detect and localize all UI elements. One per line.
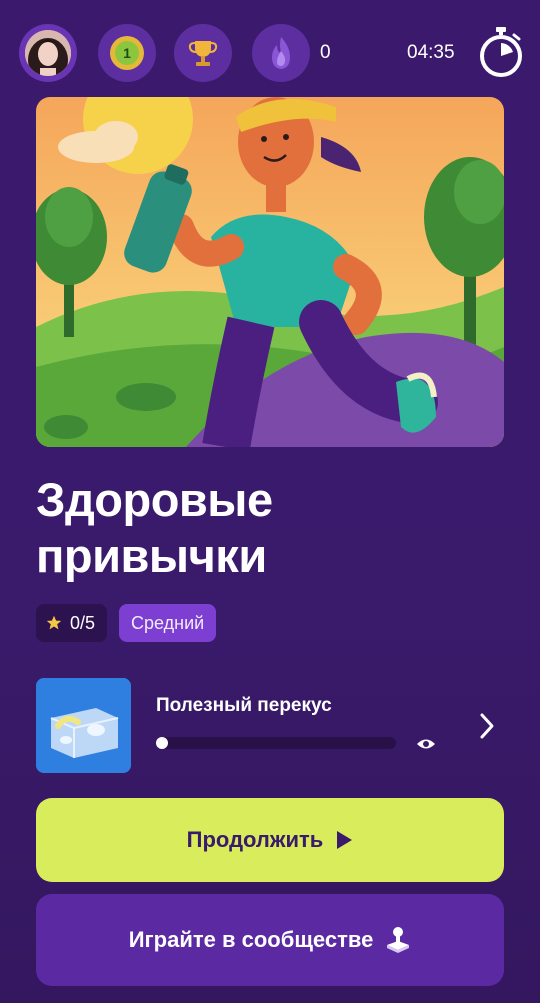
stars-count: 0/5 xyxy=(70,612,96,633)
eye-icon[interactable] xyxy=(416,737,436,751)
difficulty-badge: Средний xyxy=(119,604,217,642)
level-number: 1 xyxy=(123,45,131,61)
stopwatch-icon[interactable] xyxy=(478,26,524,78)
snack-box-icon xyxy=(36,678,131,773)
level-badge[interactable]: 1 xyxy=(98,24,156,82)
flame-icon xyxy=(272,37,290,69)
timer-text: 04:35 xyxy=(407,42,455,63)
stars-badge: 0/5 xyxy=(36,604,108,642)
community-play-button[interactable]: Играйте в сообществе xyxy=(36,894,504,986)
trophy-icon xyxy=(188,41,218,66)
streak-count: 0 xyxy=(320,42,331,63)
avatar-photo xyxy=(25,30,71,76)
course-badges: 0/5 Средний xyxy=(36,604,217,642)
streak-button[interactable] xyxy=(252,24,310,82)
lesson-thumbnail[interactable] xyxy=(36,678,131,773)
trophy-button[interactable] xyxy=(174,24,232,82)
chevron-right-icon[interactable] xyxy=(478,712,496,740)
course-title-line1: Здоровые xyxy=(36,473,273,526)
course-illustration xyxy=(36,97,504,447)
lesson-progress-fill xyxy=(156,737,168,749)
joystick-icon xyxy=(387,927,410,953)
continue-button-label: Продолжить xyxy=(186,827,324,852)
course-title-line2: привычки xyxy=(36,529,267,582)
community-button-label: Играйте в сообществе xyxy=(128,927,374,952)
avatar[interactable] xyxy=(19,24,77,82)
level-medal-icon: 1 xyxy=(110,36,144,70)
star-icon xyxy=(46,615,62,630)
lesson-title[interactable]: Полезный перекус xyxy=(156,695,332,717)
top-bar: 1 0 04:35 xyxy=(0,0,540,100)
continue-button[interactable]: Продолжить xyxy=(36,798,504,882)
play-icon xyxy=(337,831,353,849)
lesson-progress-bar xyxy=(156,737,396,749)
course-title: Здоровые привычки xyxy=(36,472,506,584)
